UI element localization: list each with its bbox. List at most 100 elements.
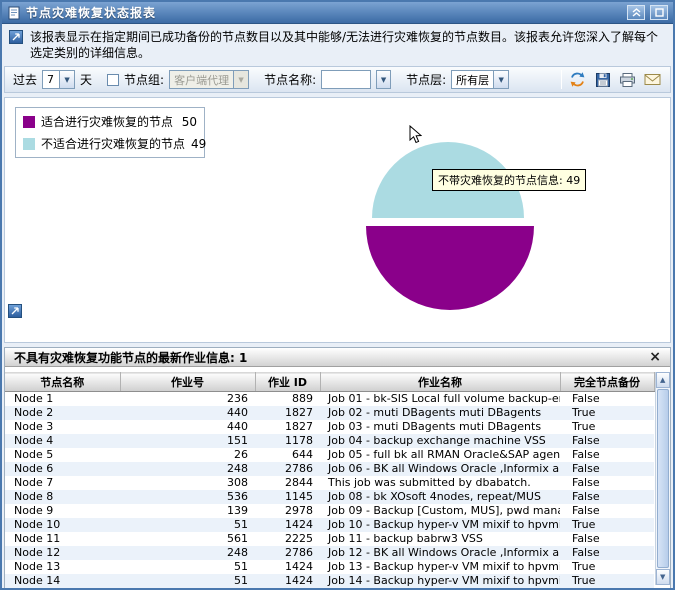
table-row[interactable]: Node 12 248 2786 Job 12 - BK all Windows Or… xyxy=(5,546,654,561)
node-tier-label: 节点层: xyxy=(406,73,447,88)
chart-tooltip: 不带灾难恢复的节点信息: 49 xyxy=(432,169,587,192)
scroll-up-icon[interactable]: ▲ xyxy=(655,372,670,389)
description-row: 该报表显示在指定期间已成功备份的节点数目以及其中能够/无法进行灾难恢复的节点数目… xyxy=(2,24,673,64)
table-cell: Node 9 xyxy=(14,504,54,518)
column-header[interactable]: 完全节点备份 xyxy=(560,372,655,393)
titlebar: 节点灾难恢复状态报表 xyxy=(2,2,673,24)
table-row[interactable]: Node 4 151 1178 Job 04 - backup exchange ma… xyxy=(5,434,654,449)
node-tier-select[interactable]: 所有层 ▼ xyxy=(451,70,510,90)
print-icon[interactable] xyxy=(618,70,637,89)
report-window: 节点灾难恢复状态报表 该报表显示在指定期间已成功备份的节点数目以及其中能够/无法… xyxy=(0,0,675,590)
table-cell: True xyxy=(572,518,596,532)
table-cell: Job 05 - full bk all RMAN Oracle&SAP age… xyxy=(328,448,560,462)
panel-expand-icon[interactable] xyxy=(9,30,23,44)
table-row[interactable]: Node 2 440 1827 Job 02 - muti DBagents muti… xyxy=(5,406,654,421)
table-cell: Job 10 - Backup hyper-v VM mixif to hpvm… xyxy=(328,518,560,532)
table-cell: Node 1 xyxy=(14,392,54,406)
details-panel-header: 不具有灾难恢复功能节点的最新作业信息: 1 × xyxy=(5,348,670,368)
toolbar-separator xyxy=(561,70,562,90)
table-cell: Job 11 - backup babrw3 VSS xyxy=(328,532,483,546)
legend-count: 50 xyxy=(181,114,197,129)
table-cell: Node 5 xyxy=(14,448,54,462)
pie-slice-fit[interactable] xyxy=(366,226,534,311)
table-cell: True xyxy=(572,420,596,434)
legend-item-unrecoverable[interactable]: 不适合进行灾难恢复的节点 49 xyxy=(23,135,206,152)
scrollbar-thumb[interactable] xyxy=(656,389,669,569)
table-row[interactable]: Node 8 536 1145 Job 08 - bk XOsoft 4nodes, … xyxy=(5,490,654,505)
table-cell: 2844 xyxy=(285,476,313,490)
table-cell: Node 10 xyxy=(14,518,61,532)
table-cell: 1424 xyxy=(285,574,313,588)
table-cell: Node 7 xyxy=(14,476,54,490)
table-cell: False xyxy=(572,532,600,546)
table-cell: This job was submitted by dbabatch. xyxy=(328,476,531,490)
column-header[interactable]: 作业名称 xyxy=(320,372,561,393)
node-name-dropdown-button[interactable]: ▼ xyxy=(376,70,392,90)
days-unit-label: 天 xyxy=(80,73,93,88)
report-actions xyxy=(561,70,662,90)
table-row[interactable]: Node 9 139 2978 Job 09 - Backup [Custom, MU… xyxy=(5,504,654,518)
email-icon[interactable] xyxy=(643,70,662,89)
table-cell: Job 01 - bk-SIS Local full volume backup… xyxy=(328,392,560,406)
table-cell: Node 11 xyxy=(14,532,61,546)
table-cell: 51 xyxy=(234,574,248,588)
past-label: 过去 xyxy=(13,73,38,88)
table-cell: False xyxy=(572,392,600,406)
node-group-select: 客户端代理 ▼ xyxy=(169,70,250,90)
column-header[interactable]: 节点名称 xyxy=(5,372,121,393)
maximize-button[interactable] xyxy=(650,5,668,20)
node-name-input[interactable] xyxy=(321,70,372,90)
panel-expand-icon[interactable] xyxy=(8,304,22,319)
save-icon[interactable] xyxy=(593,70,612,89)
table-row[interactable]: Node 6 248 2786 Job 06 - BK all Windows Ora… xyxy=(5,462,654,477)
table-row[interactable]: Node 10 51 1424 Job 10 - Backup hyper-v VM … xyxy=(5,518,654,533)
table-row[interactable]: Node 3 440 1827 Job 03 - muti DBagents muti… xyxy=(5,420,654,434)
table-cell: Job 03 - muti DBagents muti DBagents xyxy=(328,420,542,434)
jobs-table: 节点名称 作业号 作业 ID 作业名称 完全节点备份 Node 1 236 889 Job 0… xyxy=(5,372,655,588)
report-description: 该报表显示在指定期间已成功备份的节点数目以及其中能够/无法进行灾难恢复的节点数目… xyxy=(30,30,659,61)
table-cell: True xyxy=(572,574,596,588)
table-cell: 1424 xyxy=(285,560,313,574)
window-box-icon xyxy=(654,8,664,17)
chevron-down-icon: ▼ xyxy=(493,71,509,89)
vertical-scrollbar[interactable]: ▲ ▼ xyxy=(654,372,670,586)
table-row[interactable]: Node 11 561 2225 Job 11 - backup babrw3 VSS… xyxy=(5,532,654,546)
table-cell: 889 xyxy=(292,392,313,406)
node-group-label: 节点组: xyxy=(124,73,165,88)
double-chevron-up-icon xyxy=(632,8,640,17)
table-cell: False xyxy=(572,504,600,518)
table-cell: Node 3 xyxy=(14,420,54,434)
table-row[interactable]: Node 13 51 1424 Job 13 - Backup hyper-v VM … xyxy=(5,560,654,574)
table-cell: 2225 xyxy=(285,532,313,546)
column-header[interactable]: 作业号 xyxy=(120,372,256,393)
table-cell: Job 13 - Backup hyper-v VM mixif to hpvm… xyxy=(328,560,560,574)
table-row[interactable]: Node 1 236 889 Job 01 - bk-SIS Local full v… xyxy=(5,392,654,407)
node-name-label: 节点名称: xyxy=(264,73,317,88)
table-cell: 139 xyxy=(227,504,248,518)
table-cell: 440 xyxy=(227,406,248,420)
window-title: 节点灾难恢复状态报表 xyxy=(26,6,157,20)
close-icon[interactable]: × xyxy=(649,350,661,364)
chart-legend: 适合进行灾难恢复的节点 50 不适合进行灾难恢复的节点 49 xyxy=(15,107,206,159)
legend-swatch-fit xyxy=(23,115,35,128)
table-row[interactable]: Node 5 26 644 Job 05 - full bk all RMAN Ora… xyxy=(5,448,654,462)
table-cell: Job 06 - BK all Windows Oracle ,Informix… xyxy=(328,462,560,476)
table-cell: 536 xyxy=(227,490,248,504)
column-header[interactable]: 作业 ID xyxy=(255,372,321,393)
table-row[interactable]: Node 7 308 2844 This job was submitted by d… xyxy=(5,476,654,490)
legend-item-recoverable[interactable]: 适合进行灾难恢复的节点 50 xyxy=(23,113,197,130)
legend-label: 不适合进行灾难恢复的节点 xyxy=(41,137,186,152)
table-cell: True xyxy=(572,406,596,420)
refresh-icon[interactable] xyxy=(568,70,587,89)
table-cell: False xyxy=(572,490,600,504)
scroll-down-icon[interactable]: ▼ xyxy=(655,569,670,586)
legend-count: 49 xyxy=(191,136,207,151)
table-cell: Job 14 - Backup hyper-v VM mixif to hpvm… xyxy=(328,574,560,588)
table-cell: 248 xyxy=(227,462,248,476)
collapse-button[interactable] xyxy=(627,5,645,20)
table-cell: 561 xyxy=(227,532,248,546)
table-cell: 440 xyxy=(227,420,248,434)
table-row[interactable]: Node 14 51 1424 Job 14 - Backup hyper-v VM … xyxy=(5,574,654,588)
days-select[interactable]: 7 ▼ xyxy=(42,70,76,90)
node-group-checkbox[interactable] xyxy=(107,73,120,86)
